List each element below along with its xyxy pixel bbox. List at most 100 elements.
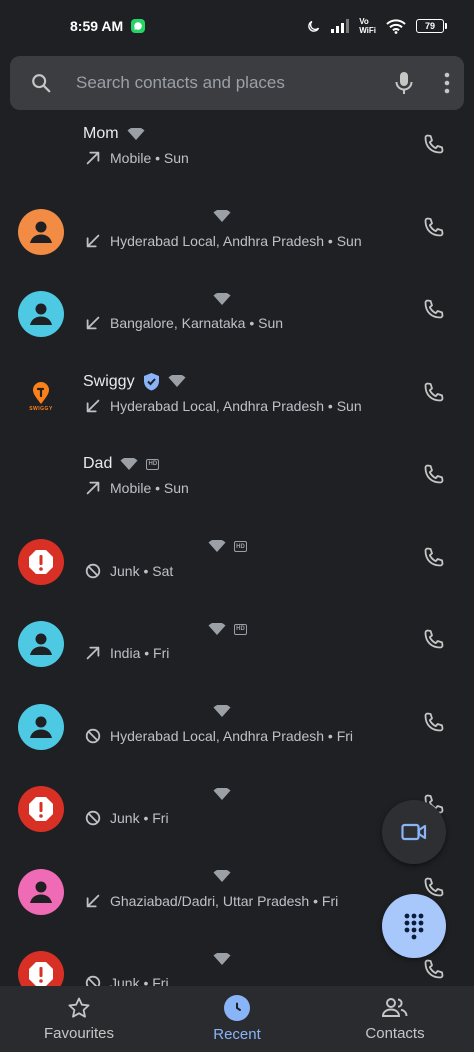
warning-icon xyxy=(29,549,53,574)
battery-icon: 79 xyxy=(416,19,447,33)
person-icon xyxy=(30,633,52,655)
wifi-calling-icon xyxy=(208,540,226,552)
call-back-button[interactable] xyxy=(420,710,446,736)
incoming-call-arrow-icon xyxy=(86,234,100,247)
phone-icon xyxy=(424,134,444,154)
contact-avatar[interactable] xyxy=(18,208,64,255)
call-detail-text: Hyderabad Local, Andhra Pradesh • Sun xyxy=(110,232,362,249)
call-back-button[interactable] xyxy=(420,627,446,653)
wifi-calling-icon xyxy=(213,787,231,800)
contact-avatar[interactable] xyxy=(18,291,64,337)
vowifi-indicator: Vo WiFi xyxy=(359,17,376,35)
spam-avatar[interactable] xyxy=(18,951,64,986)
hd-voice-icon: HD xyxy=(146,458,160,470)
mic-button[interactable] xyxy=(394,71,414,95)
person-icon xyxy=(30,881,52,903)
status-right: Vo WiFi 79 xyxy=(306,17,447,35)
contact-avatar[interactable] xyxy=(18,703,64,750)
phone-icon xyxy=(424,217,444,236)
search-input[interactable] xyxy=(74,72,394,94)
call-row[interactable]: HD India • Fri xyxy=(0,605,474,687)
call-row[interactable]: Mom Mobile • Sun xyxy=(0,110,474,192)
wifi-icon xyxy=(386,18,406,34)
phone-icon xyxy=(424,547,444,566)
star-icon xyxy=(68,997,90,1018)
search-icon xyxy=(32,74,51,93)
call-name-line: Swiggy xyxy=(83,370,186,394)
call-name-line xyxy=(213,782,231,806)
call-back-button[interactable] xyxy=(420,545,446,571)
caller-name: Swiggy xyxy=(83,372,135,390)
call-back-button[interactable] xyxy=(420,462,446,488)
nav-recent-label: Recent xyxy=(213,1026,261,1043)
caller-name: Dad xyxy=(83,455,113,472)
call-row[interactable]: HD Junk • Sat xyxy=(0,523,474,605)
nav-favourites[interactable]: Favourites xyxy=(0,986,158,1052)
whatsapp-icon xyxy=(131,19,146,33)
nav-contacts[interactable]: Contacts xyxy=(316,986,474,1052)
spam-avatar[interactable] xyxy=(18,786,64,832)
blocked-call-icon xyxy=(85,810,101,826)
more-options-button[interactable] xyxy=(444,72,450,94)
blocked-call-icon xyxy=(85,563,101,578)
call-detail-line: Junk • Fri xyxy=(84,972,169,986)
volte-bottom-text: WiFi xyxy=(359,26,376,35)
dialpad-icon xyxy=(404,913,424,940)
spam-avatar[interactable] xyxy=(18,538,64,585)
call-detail-text: Hyderabad Local, Andhra Pradesh • Fri xyxy=(110,727,354,744)
call-back-button[interactable] xyxy=(420,380,446,406)
wifi-calling-icon xyxy=(213,705,231,717)
call-detail-text: India • Fri xyxy=(110,645,170,661)
nav-favourites-label: Favourites xyxy=(43,1025,115,1042)
do-not-disturb-moon-icon xyxy=(308,20,320,32)
bottom-navigation: Favourites Recent Contacts xyxy=(0,986,474,1052)
status-bar: 8:59 AM Vo WiFi 79 xyxy=(0,0,474,52)
clock-icon xyxy=(224,995,250,1021)
phone-icon xyxy=(424,629,444,649)
contact-avatar[interactable] xyxy=(18,621,64,667)
outgoing-call-arrow-icon xyxy=(86,646,100,660)
wifi-calling-icon xyxy=(208,622,226,635)
incoming-call-arrow-icon xyxy=(86,399,100,412)
call-row[interactable]: Dad HD Mobile • Sun xyxy=(0,440,474,522)
call-row[interactable]: Hyderabad Local, Andhra Pradesh • Sun xyxy=(0,193,474,275)
call-detail-line: Mobile • Sun xyxy=(84,477,189,499)
wifi-calling-icon xyxy=(213,870,231,882)
hd-voice-icon: HD xyxy=(234,541,247,552)
wifi-calling-icon xyxy=(213,952,231,965)
contacts-icon xyxy=(382,998,408,1017)
dialpad-fab[interactable] xyxy=(382,894,446,958)
nav-recent[interactable]: Recent xyxy=(158,986,316,1052)
volte-top-text: Vo xyxy=(359,17,369,26)
call-name-line xyxy=(213,947,231,971)
call-detail-line: Bangalore, Karnataka • Sun xyxy=(84,312,283,334)
call-row[interactable]: Hyderabad Local, Andhra Pradesh • Fri xyxy=(0,688,474,770)
wifi-calling-icon xyxy=(213,210,231,222)
swiggy-logo-avatar[interactable]: SWIGGY xyxy=(18,374,64,420)
phone-icon xyxy=(424,299,444,319)
call-detail-text: Junk • Fri xyxy=(110,810,169,826)
contact-avatar[interactable] xyxy=(18,868,64,915)
call-detail-text: Junk • Fri xyxy=(110,975,169,986)
call-detail-line: Junk • Sat xyxy=(84,560,173,582)
search-bar[interactable] xyxy=(10,56,464,110)
incoming-call-arrow-icon xyxy=(86,894,100,907)
person-icon xyxy=(30,716,52,738)
call-back-button[interactable] xyxy=(420,132,446,158)
call-back-button[interactable] xyxy=(420,957,446,983)
wifi-calling-icon xyxy=(168,375,186,387)
call-name-line: HD xyxy=(208,535,247,559)
call-detail-text: Ghaziabad/Dadri, Uttar Pradesh • Fri xyxy=(110,892,339,909)
call-name-line: Mom xyxy=(83,122,145,146)
warning-icon xyxy=(29,962,53,986)
video-call-fab[interactable] xyxy=(382,800,446,864)
call-name-line xyxy=(213,205,231,229)
call-back-button[interactable] xyxy=(420,215,446,241)
call-row[interactable]: Bangalore, Karnataka • Sun xyxy=(0,275,474,357)
call-row[interactable]: SWIGGY Swiggy Hyderabad Local, Andhra Prad… xyxy=(0,358,474,440)
microphone-icon xyxy=(395,72,413,94)
nav-contacts-label: Contacts xyxy=(365,1025,425,1042)
call-back-button[interactable] xyxy=(420,297,446,323)
wifi-calling-icon xyxy=(213,292,231,305)
call-name-line: HD xyxy=(208,617,247,641)
